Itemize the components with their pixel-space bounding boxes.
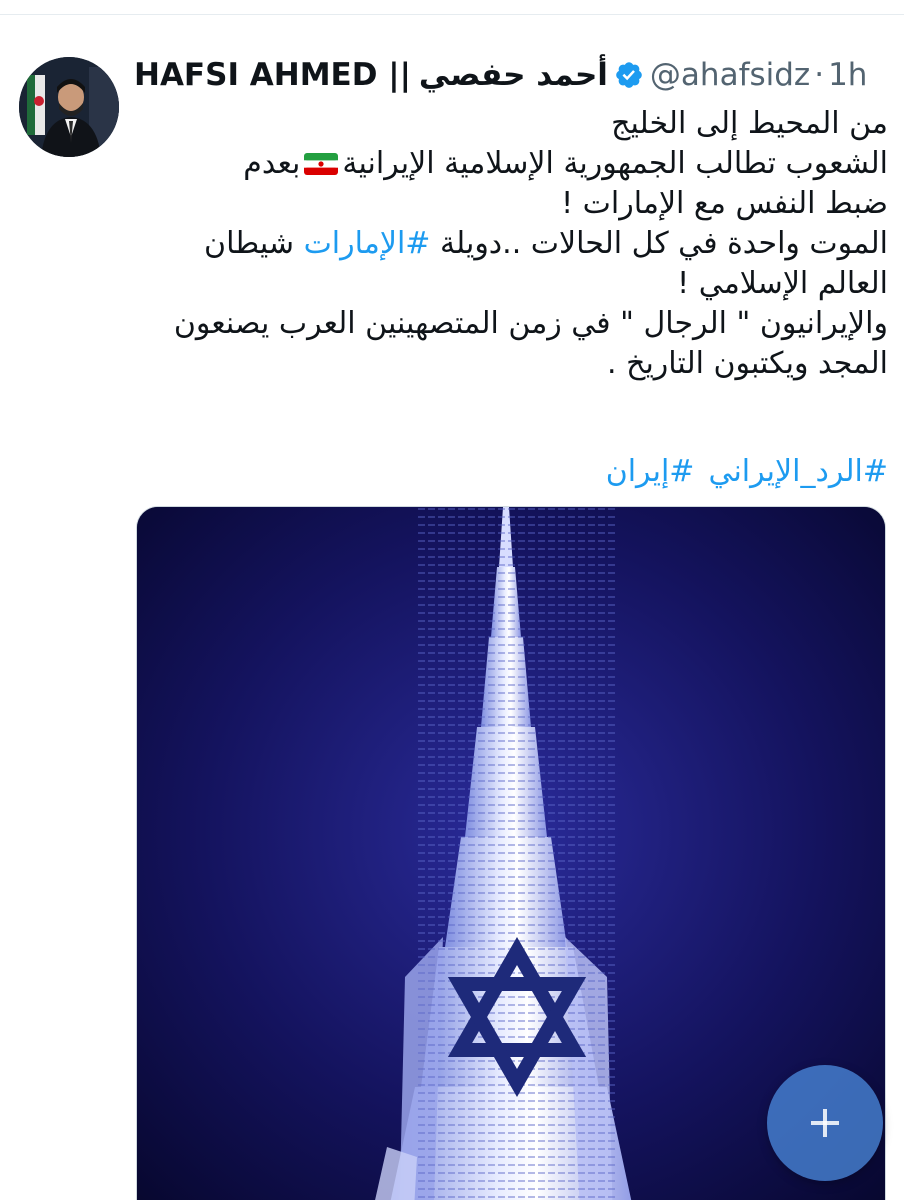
tweet-line-4-text: الموت واحدة في كل الحالات ..دويلة: [430, 226, 888, 261]
tweet-line-3: ضبط النفس مع الإمارات !: [561, 186, 888, 221]
tweet-header: HAFSI AHMED || أحمد حفصي @ahafsidz · 1h: [134, 50, 904, 100]
timeline-screen: HAFSI AHMED || أحمد حفصي @ahafsidz · 1h …: [0, 0, 904, 1200]
hashtag-emirates-link[interactable]: #الإمارات: [304, 226, 431, 261]
hashtag-link[interactable]: #إيران: [606, 454, 695, 489]
tweet-body: من المحيط إلى الخليج الشعوب تطالب الجمهو…: [140, 104, 888, 384]
author-name-latin[interactable]: HAFSI AHMED ||: [134, 57, 411, 93]
avatar-photo: [19, 57, 119, 157]
verified-badge-icon: [616, 62, 642, 88]
tweet-line-2-text: الشعوب تطالب الجمهورية الإسلامية الإيران…: [342, 146, 888, 181]
separator-dot: ·: [814, 57, 825, 93]
tweet-timestamp[interactable]: 1h: [828, 57, 867, 93]
tweet-line-2: الشعوب تطالب الجمهورية الإسلامية الإيران…: [140, 144, 888, 184]
tweet-line-1: من المحيط إلى الخليج: [611, 106, 888, 141]
compose-button[interactable]: [767, 1065, 883, 1181]
tweet-line-4-end: شيطان: [204, 226, 304, 261]
top-divider: [0, 0, 904, 15]
tweet-line-5: العالم الإسلامي !: [677, 266, 888, 301]
author-handle[interactable]: @ahafsidz: [650, 57, 810, 93]
author-name-arabic[interactable]: أحمد حفصي: [419, 57, 608, 93]
tweet-line-2-end: بعدم: [243, 146, 301, 181]
tweet-line-7: المجد ويكتبون التاريخ .: [607, 346, 888, 381]
plus-icon: [811, 1109, 839, 1137]
tweet-line-6: والإيرانيون " الرجال " في زمن المتصهينين…: [173, 306, 888, 341]
tweet-line-4: الموت واحدة في كل الحالات ..دويلة #الإما…: [140, 224, 888, 264]
hashtag-row: #الرد_الإيراني #إيران: [140, 452, 888, 492]
iran-flag-icon: [304, 153, 339, 175]
hashtag-link[interactable]: #الرد_الإيراني: [708, 454, 888, 489]
avatar[interactable]: [19, 57, 119, 157]
